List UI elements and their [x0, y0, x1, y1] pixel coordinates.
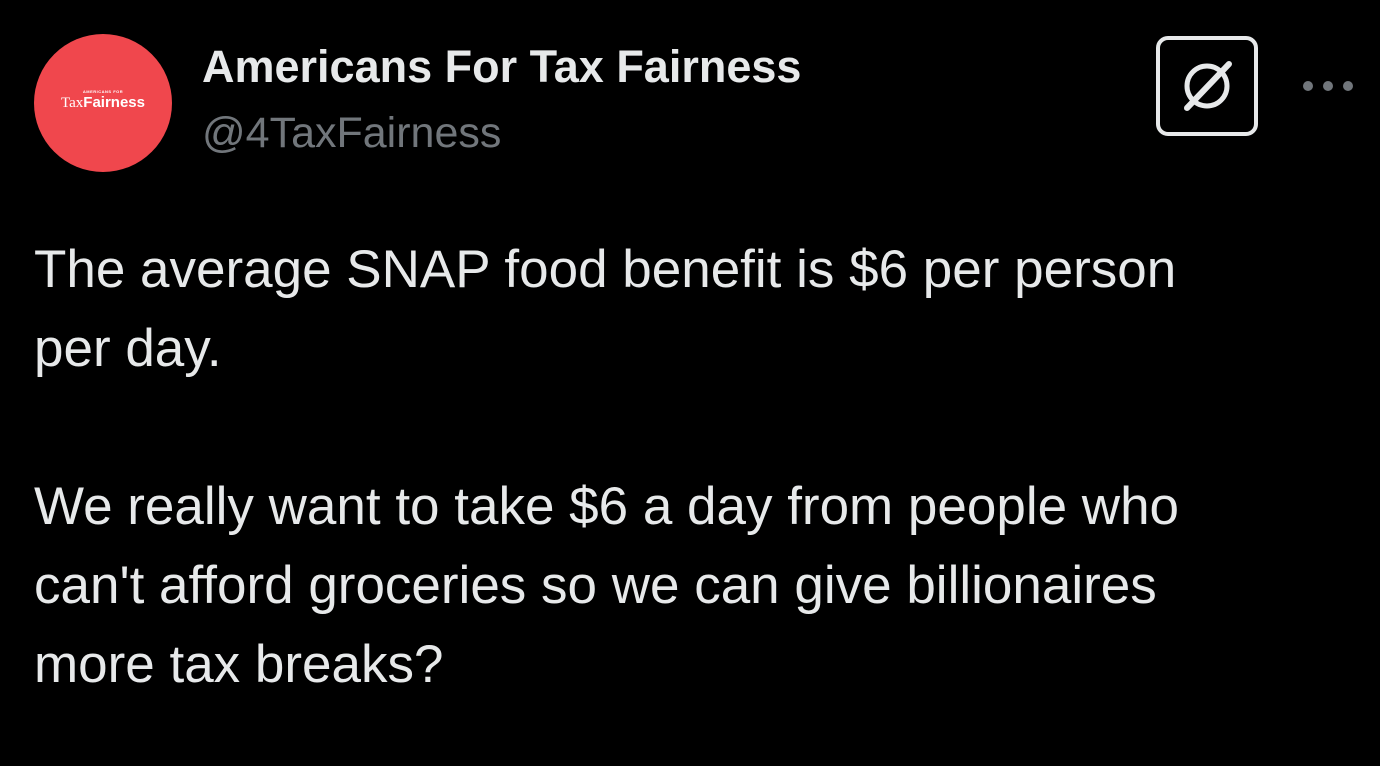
grok-button[interactable] — [1156, 36, 1258, 136]
avatar-word-fairness: Fairness — [83, 94, 145, 111]
avatar-word-tax: Tax — [61, 95, 84, 111]
tax-fairness-logo: Americans for TaxFairness — [34, 34, 172, 172]
tweet-paragraph-2: We really want to take $6 a day from peo… — [34, 477, 1180, 694]
more-options-button[interactable] — [1298, 68, 1358, 104]
grok-icon — [1184, 61, 1232, 111]
avatar[interactable]: Americans for TaxFairness — [34, 34, 172, 172]
author-display-name[interactable]: Americans For Tax Fairness — [202, 40, 801, 94]
author-handle[interactable]: @4TaxFairness — [202, 108, 501, 160]
tweet-paragraph-1: The average SNAP food benefit is $6 per … — [34, 240, 1177, 378]
tweet: Americans for TaxFairness Americans For … — [0, 0, 1380, 766]
more-options-icon — [1303, 81, 1353, 91]
tweet-text: The average SNAP food benefit is $6 per … — [34, 230, 1354, 704]
avatar-wordmark: TaxFairness — [34, 94, 172, 112]
